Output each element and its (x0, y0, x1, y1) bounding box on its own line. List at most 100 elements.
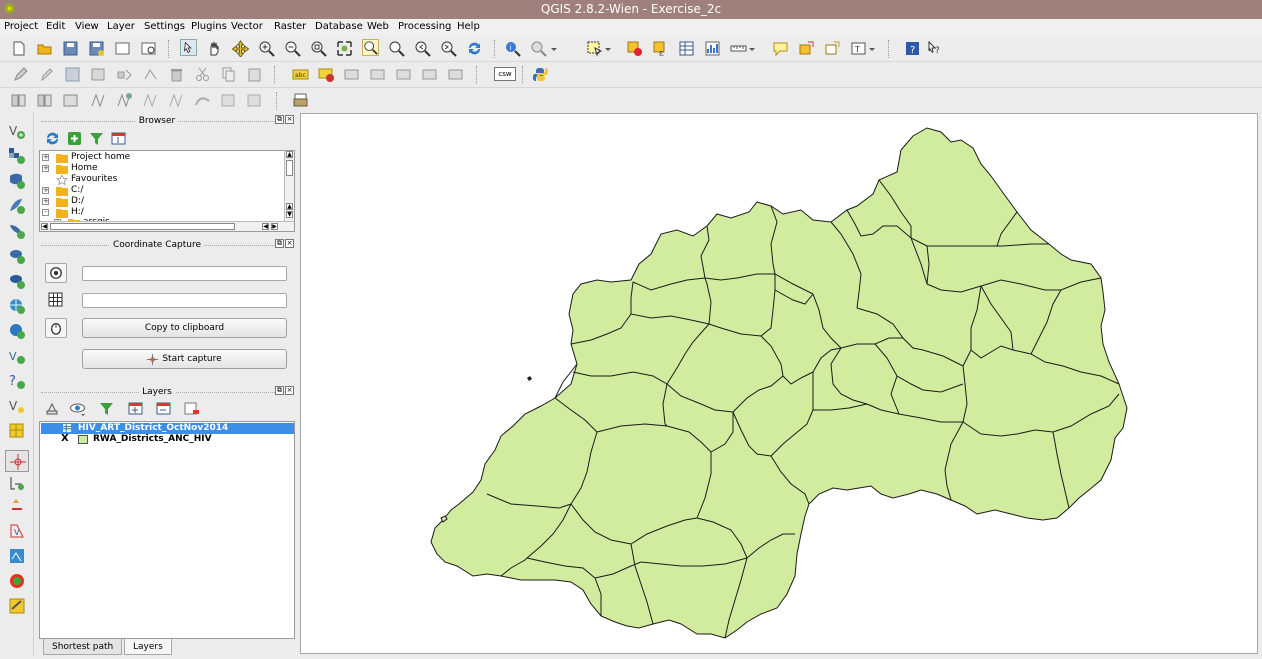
menu-layer[interactable]: Layer (107, 21, 135, 32)
filter-legend-icon[interactable] (98, 400, 115, 417)
coordinate-capture-tool-icon[interactable] (5, 450, 29, 472)
tree-item[interactable]: + Project home (40, 152, 280, 163)
georeferencer-icon[interactable] (8, 497, 26, 515)
print-composer-icon[interactable] (292, 92, 309, 109)
statistical-summary-icon[interactable] (704, 40, 721, 57)
measure-dropdown-icon[interactable] (748, 40, 756, 57)
whats-this-icon[interactable]: ? (926, 40, 943, 57)
select-dropdown-icon[interactable] (604, 40, 612, 57)
menu-edit[interactable]: Edit (46, 21, 65, 32)
browser-add-layer-icon[interactable] (66, 130, 83, 147)
pin-labels-icon[interactable] (344, 66, 361, 83)
python-console-icon[interactable] (532, 66, 549, 83)
show-hide-labels-icon[interactable] (370, 66, 387, 83)
delete-ring-icon[interactable] (142, 92, 159, 109)
node-tool-icon[interactable] (142, 66, 159, 83)
heatmap-icon[interactable] (8, 572, 26, 590)
browser-collapse-all-icon[interactable] (110, 130, 127, 147)
zoom-last-icon[interactable] (414, 40, 431, 57)
map-canvas[interactable] (300, 113, 1258, 654)
tree-item[interactable]: + C:/ (40, 185, 280, 196)
tab-layers[interactable]: Layers (124, 639, 172, 655)
tree-expander[interactable]: - (42, 209, 49, 216)
add-feature-icon[interactable] (90, 66, 107, 83)
identify-features-icon[interactable]: i (504, 40, 521, 57)
menu-view[interactable]: View (75, 21, 99, 32)
coordinate-capture-close-button[interactable]: × (285, 239, 294, 248)
add-mssql-layer-icon[interactable] (8, 222, 26, 240)
tree-expander[interactable]: + (42, 187, 49, 194)
measure-line-icon[interactable] (730, 40, 747, 57)
layers-close-button[interactable]: × (285, 386, 294, 395)
copy-to-clipboard-button[interactable]: Copy to clipboard (82, 318, 287, 338)
cut-features-icon[interactable] (194, 66, 211, 83)
merge-features-icon[interactable] (246, 92, 263, 109)
add-db2-layer-icon[interactable] (8, 272, 26, 290)
visibility-eye-icon[interactable] (69, 400, 86, 417)
select-features-icon[interactable] (586, 40, 603, 57)
composer-manager-icon[interactable] (140, 40, 157, 57)
tab-shortest-path[interactable]: Shortest path (43, 639, 123, 655)
add-wms-layer-icon[interactable] (8, 297, 26, 315)
browser-horizontal-scrollbar[interactable]: ◀ ◀ ▶ (40, 221, 294, 231)
add-virtual-layer-icon[interactable] (8, 422, 26, 440)
add-wcs-layer-icon[interactable] (8, 322, 26, 340)
zoom-next-icon[interactable] (440, 40, 457, 57)
spit-icon[interactable] (8, 547, 26, 565)
save-as-icon[interactable] (88, 40, 105, 57)
add-wfs-layer-icon[interactable]: V (8, 347, 26, 365)
layer-styling-icon[interactable] (44, 400, 61, 417)
tree-item[interactable]: + Home (40, 163, 280, 174)
open-project-icon[interactable] (36, 40, 53, 57)
tree-expander[interactable]: + (42, 198, 49, 205)
add-delimited-text-icon[interactable]: ? (8, 372, 26, 390)
browser-float-button[interactable]: ⧉ (275, 115, 284, 124)
tree-item[interactable]: Favourites (40, 174, 280, 185)
delete-selected-icon[interactable] (168, 66, 185, 83)
tree-expander[interactable]: + (42, 165, 49, 172)
new-project-icon[interactable] (10, 40, 27, 57)
action-icon[interactable] (530, 40, 547, 57)
coordinate-field-1[interactable] (82, 266, 287, 281)
save-layer-edits-icon[interactable] (64, 66, 81, 83)
map-tips-icon[interactable] (772, 40, 789, 57)
topology-checker-icon[interactable]: V (8, 522, 26, 540)
new-shapefile-icon[interactable]: V (8, 397, 26, 415)
tree-expander[interactable]: + (42, 154, 49, 161)
tree-item[interactable]: + D:/ (40, 196, 280, 207)
menu-project[interactable]: Project (4, 21, 38, 32)
crs-selector-icon[interactable] (45, 263, 67, 283)
pan-map-icon[interactable] (180, 39, 197, 56)
layers-float-button[interactable]: ⧉ (275, 386, 284, 395)
help-contents-icon[interactable]: ? (904, 40, 921, 57)
browser-tree[interactable]: + Project home + Home Favourites + C:/ +… (39, 150, 295, 232)
text-annotation-icon[interactable]: T (850, 40, 867, 57)
new-bookmark-icon[interactable] (798, 40, 815, 57)
menu-settings[interactable]: Settings (144, 21, 185, 32)
current-edits-icon[interactable] (12, 66, 29, 83)
layer-visibility-checkbox[interactable]: X (61, 434, 71, 444)
layer-labeling-icon[interactable]: abc (292, 66, 309, 83)
action-dropdown-icon[interactable] (550, 40, 558, 57)
add-postgis-layer-icon[interactable] (8, 172, 26, 190)
move-label-icon[interactable] (396, 66, 413, 83)
add-spatialite-layer-icon[interactable] (8, 197, 26, 215)
layer-row-selected[interactable]: HIV_ART_District_OctNov2014 (41, 423, 294, 434)
road-graph-icon[interactable] (8, 474, 26, 492)
delete-part-icon[interactable] (168, 92, 185, 109)
split-features-icon[interactable] (220, 92, 237, 109)
deselect-all-icon[interactable] (626, 40, 643, 57)
browser-refresh-icon[interactable] (44, 130, 61, 147)
add-oracle-layer-icon[interactable] (8, 247, 26, 265)
zoom-to-layer-icon[interactable] (388, 40, 405, 57)
zoom-to-selection-icon[interactable] (362, 39, 379, 56)
paste-features-icon[interactable] (246, 66, 263, 83)
browser-vertical-scrollbar[interactable]: ▲ ▲ ▼ (284, 151, 294, 221)
start-capture-button[interactable]: Start capture (82, 349, 287, 369)
annotation-dropdown-icon[interactable] (868, 40, 876, 57)
zoom-full-icon[interactable] (336, 40, 353, 57)
refresh-icon[interactable] (466, 40, 483, 57)
attribute-table-icon[interactable] (678, 40, 695, 57)
hand-pan-icon[interactable] (206, 40, 223, 57)
simplify-feature-icon[interactable] (36, 92, 53, 109)
